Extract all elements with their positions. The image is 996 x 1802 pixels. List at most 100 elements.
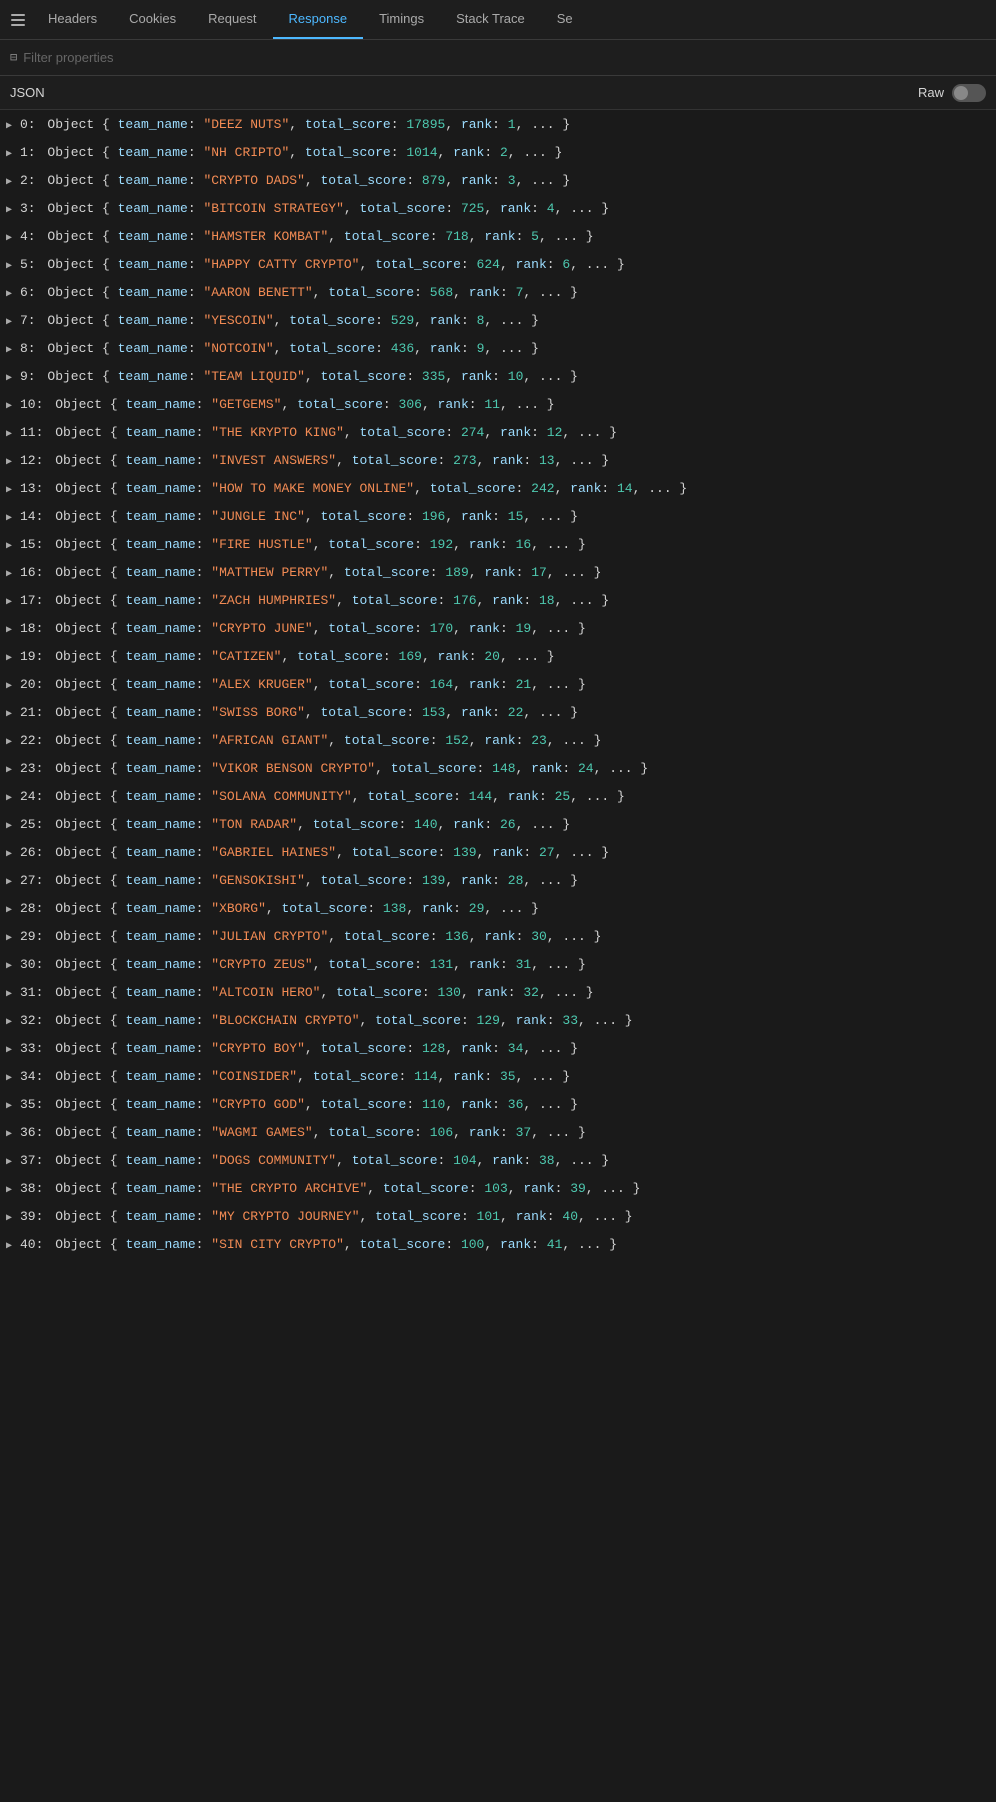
table-row[interactable]: ▶ 40: Object { team_name: "SIN CITY CRYP… [0,1232,996,1260]
table-row[interactable]: ▶ 12: Object { team_name: "INVEST ANSWER… [0,448,996,476]
table-row[interactable]: ▶ 20: Object { team_name: "ALEX KRUGER",… [0,672,996,700]
expand-arrow: ▶ [6,256,16,278]
table-row[interactable]: ▶ 29: Object { team_name: "JULIAN CRYPTO… [0,924,996,952]
table-row[interactable]: ▶ 33: Object { team_name: "CRYPTO BOY", … [0,1036,996,1064]
expand-arrow: ▶ [6,480,16,502]
expand-arrow: ▶ [6,956,16,978]
expand-arrow: ▶ [6,844,16,866]
expand-arrow: ▶ [6,984,16,1006]
expand-arrow: ▶ [6,872,16,894]
table-row[interactable]: ▶ 11: Object { team_name: "THE KRYPTO KI… [0,420,996,448]
table-row[interactable]: ▶ 13: Object { team_name: "HOW TO MAKE M… [0,476,996,504]
raw-toggle-switch[interactable] [952,84,986,102]
expand-arrow: ▶ [6,732,16,754]
expand-arrow: ▶ [6,704,16,726]
expand-arrow: ▶ [6,200,16,222]
expand-arrow: ▶ [6,340,16,362]
expand-arrow: ▶ [6,284,16,306]
table-row[interactable]: ▶ 10: Object { team_name: "GETGEMS", tot… [0,392,996,420]
tab-request[interactable]: Request [192,0,272,39]
filter-icon: ⊟ [10,50,17,65]
expand-arrow: ▶ [6,928,16,950]
table-row[interactable]: ▶ 30: Object { team_name: "CRYPTO ZEUS",… [0,952,996,980]
tab-stacktrace[interactable]: Stack Trace [440,0,541,39]
table-row[interactable]: ▶ 36: Object { team_name: "WAGMI GAMES",… [0,1120,996,1148]
table-row[interactable]: ▶ 37: Object { team_name: "DOGS COMMUNIT… [0,1148,996,1176]
table-row[interactable]: ▶ 6: Object { team_name: "AARON BENETT",… [0,280,996,308]
filter-bar: ⊟ [0,40,996,76]
table-row[interactable]: ▶ 25: Object { team_name: "TON RADAR", t… [0,812,996,840]
table-row[interactable]: ▶ 39: Object { team_name: "MY CRYPTO JOU… [0,1204,996,1232]
expand-arrow: ▶ [6,1208,16,1230]
filter-input[interactable] [23,50,986,65]
expand-arrow: ▶ [6,172,16,194]
table-row[interactable]: ▶ 22: Object { team_name: "AFRICAN GIANT… [0,728,996,756]
raw-toggle-container: Raw [918,84,986,102]
tab-timings[interactable]: Timings [363,0,440,39]
tab-se[interactable]: Se [541,0,589,39]
expand-arrow: ▶ [6,564,16,586]
table-row[interactable]: ▶ 34: Object { team_name: "COINSIDER", t… [0,1064,996,1092]
table-row[interactable]: ▶ 15: Object { team_name: "FIRE HUSTLE",… [0,532,996,560]
json-label: JSON [10,85,45,100]
table-row[interactable]: ▶ 27: Object { team_name: "GENSOKISHI", … [0,868,996,896]
expand-arrow: ▶ [6,312,16,334]
table-row[interactable]: ▶ 17: Object { team_name: "ZACH HUMPHRIE… [0,588,996,616]
tab-bar: Headers Cookies Request Response Timings… [0,0,996,40]
table-row[interactable]: ▶ 9: Object { team_name: "TEAM LIQUID", … [0,364,996,392]
expand-arrow: ▶ [6,536,16,558]
expand-arrow: ▶ [6,144,16,166]
expand-arrow: ▶ [6,228,16,250]
expand-arrow: ▶ [6,760,16,782]
table-row[interactable]: ▶ 16: Object { team_name: "MATTHEW PERRY… [0,560,996,588]
expand-arrow: ▶ [6,508,16,530]
table-row[interactable]: ▶ 31: Object { team_name: "ALTCOIN HERO"… [0,980,996,1008]
expand-arrow: ▶ [6,676,16,698]
expand-arrow: ▶ [6,424,16,446]
expand-arrow: ▶ [6,900,16,922]
data-container: ▶ 0: Object { team_name: "DEEZ NUTS", to… [0,110,996,1262]
expand-arrow: ▶ [6,1012,16,1034]
expand-arrow: ▶ [6,648,16,670]
table-row[interactable]: ▶ 35: Object { team_name: "CRYPTO GOD", … [0,1092,996,1120]
table-row[interactable]: ▶ 3: Object { team_name: "BITCOIN STRATE… [0,196,996,224]
expand-arrow: ▶ [6,116,16,138]
table-row[interactable]: ▶ 5: Object { team_name: "HAPPY CATTY CR… [0,252,996,280]
expand-arrow: ▶ [6,396,16,418]
raw-label: Raw [918,85,944,100]
table-row[interactable]: ▶ 7: Object { team_name: "YESCOIN", tota… [0,308,996,336]
expand-arrow: ▶ [6,592,16,614]
expand-arrow: ▶ [6,620,16,642]
expand-arrow: ▶ [6,1068,16,1090]
expand-arrow: ▶ [6,1040,16,1062]
table-row[interactable]: ▶ 4: Object { team_name: "HAMSTER KOMBAT… [0,224,996,252]
expand-arrow: ▶ [6,1180,16,1202]
expand-arrow: ▶ [6,1236,16,1258]
table-row[interactable]: ▶ 32: Object { team_name: "BLOCKCHAIN CR… [0,1008,996,1036]
tab-cookies[interactable]: Cookies [113,0,192,39]
expand-arrow: ▶ [6,788,16,810]
table-row[interactable]: ▶ 18: Object { team_name: "CRYPTO JUNE",… [0,616,996,644]
table-row[interactable]: ▶ 8: Object { team_name: "NOTCOIN", tota… [0,336,996,364]
table-row[interactable]: ▶ 23: Object { team_name: "VIKOR BENSON … [0,756,996,784]
table-row[interactable]: ▶ 19: Object { team_name: "CATIZEN", tot… [0,644,996,672]
panel-toggle[interactable] [4,6,32,34]
table-row[interactable]: ▶ 28: Object { team_name: "XBORG", total… [0,896,996,924]
expand-arrow: ▶ [6,816,16,838]
expand-arrow: ▶ [6,1152,16,1174]
table-row[interactable]: ▶ 1: Object { team_name: "NH CRIPTO", to… [0,140,996,168]
table-row[interactable]: ▶ 24: Object { team_name: "SOLANA COMMUN… [0,784,996,812]
expand-arrow: ▶ [6,452,16,474]
json-header: JSON Raw [0,76,996,110]
table-row[interactable]: ▶ 14: Object { team_name: "JUNGLE INC", … [0,504,996,532]
table-row[interactable]: ▶ 26: Object { team_name: "GABRIEL HAINE… [0,840,996,868]
table-row[interactable]: ▶ 38: Object { team_name: "THE CRYPTO AR… [0,1176,996,1204]
table-row[interactable]: ▶ 0: Object { team_name: "DEEZ NUTS", to… [0,112,996,140]
tab-headers[interactable]: Headers [32,0,113,39]
expand-arrow: ▶ [6,368,16,390]
expand-arrow: ▶ [6,1096,16,1118]
table-row[interactable]: ▶ 21: Object { team_name: "SWISS BORG", … [0,700,996,728]
expand-arrow: ▶ [6,1124,16,1146]
table-row[interactable]: ▶ 2: Object { team_name: "CRYPTO DADS", … [0,168,996,196]
tab-response[interactable]: Response [273,0,364,39]
